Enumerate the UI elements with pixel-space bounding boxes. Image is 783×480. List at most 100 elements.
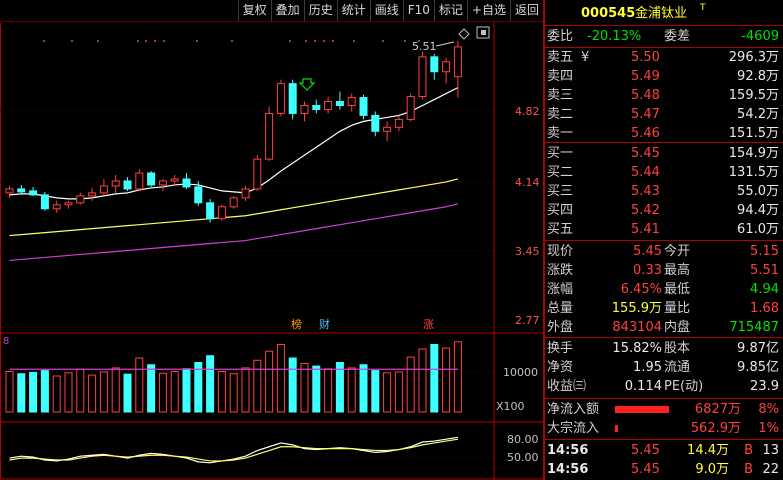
price-axis-label-2: 4.14	[515, 176, 540, 189]
price-axis-label-4: 2.77	[515, 314, 540, 327]
toolbar-add-watchlist-button[interactable]: +自选	[466, 0, 510, 21]
toolbar-back-button[interactable]: 返回	[509, 0, 543, 21]
toolbar-f10-button[interactable]: F10	[402, 0, 434, 21]
quote-row: 涨跌 0.33 最高 5.51	[547, 261, 779, 280]
tick-time: 14:56	[547, 462, 589, 477]
volume-bar	[253, 359, 262, 413]
volume-bar	[265, 350, 274, 413]
event-markers-row	[43, 40, 420, 42]
toolbar-overlay-button[interactable]: 叠加	[270, 0, 304, 21]
quote-value-2: 4.94	[750, 282, 779, 297]
volume-bar	[276, 344, 285, 413]
toolbar-history-button[interactable]: 历史	[303, 0, 337, 21]
capital-flow-amount: 562.9万	[690, 421, 741, 436]
chart-settings-icon[interactable]	[458, 28, 470, 40]
fundamental-label-2: 流通	[664, 360, 691, 375]
bid-level-label: 买二	[547, 165, 574, 180]
fundamental-value: 1.95	[633, 360, 662, 375]
candle-body	[347, 97, 356, 106]
ask-level-label: 卖二	[547, 107, 574, 122]
candle-body	[430, 56, 439, 73]
tick-row[interactable]: 14:56 5.45 9.0万 B 22	[547, 460, 779, 479]
toolbar-draw-line-button[interactable]: 画线	[369, 0, 403, 21]
bid-level-label: 买五	[547, 222, 574, 237]
fundamental-value-2: 9.87亿	[737, 341, 779, 356]
quote-label-2: 量比	[664, 301, 691, 316]
tag-finance[interactable]: 财	[319, 317, 330, 331]
stock-title-row: 000545 金浦钛业 T	[547, 3, 779, 23]
ask-volume: 54.2万	[737, 107, 779, 122]
quote-label: 总量	[547, 301, 574, 316]
fundamental-label-2: 股本	[664, 341, 691, 356]
volume-bar	[442, 347, 451, 413]
candle-body	[324, 101, 333, 110]
ask-level-row: 卖三 5.48 159.5万	[547, 86, 779, 105]
weicha-label: 委差	[664, 29, 691, 44]
volume-bar	[182, 368, 191, 413]
bid-level-label: 买三	[547, 184, 574, 199]
volume-bar	[29, 371, 38, 413]
stock-code: 000545	[581, 6, 636, 21]
volume-bar	[394, 371, 403, 413]
volume-panel-tag: 8	[3, 336, 9, 347]
weicha-value: -4609	[741, 29, 779, 44]
quote-label-2: 最低	[664, 282, 691, 297]
volume-bar	[406, 356, 415, 413]
volume-bar	[453, 341, 462, 413]
candle-body	[371, 114, 380, 132]
tick-side: B	[744, 443, 753, 458]
tick-side: B	[744, 462, 753, 477]
bid-level-row: 买二 5.44 131.5万	[547, 163, 779, 182]
tag-leaderboard[interactable]: 榜	[291, 317, 302, 331]
volume-unit-label: X100	[496, 400, 525, 413]
divider	[545, 398, 783, 399]
candle-body	[76, 195, 85, 204]
weibi-label: 委比	[547, 29, 574, 44]
candle-body	[383, 126, 392, 132]
fundamental-label: 收益㈢	[547, 379, 587, 394]
capital-flow-row: 净流入额 6827万 8%	[547, 400, 779, 419]
capital-flow-percent: 8%	[758, 402, 779, 417]
toolbar-statistics-button[interactable]: 统计	[336, 0, 370, 21]
capital-flow-bar	[615, 425, 618, 432]
candlesticks	[5, 40, 462, 223]
bid-volume: 131.5万	[728, 165, 779, 180]
tick-row[interactable]: 14:56 5.45 14.4万 B 13	[547, 441, 779, 460]
volume-bar	[76, 368, 85, 413]
bid-price: 5.44	[631, 165, 660, 180]
fundamental-value-2: 23.9	[750, 379, 779, 394]
candle-body	[418, 56, 427, 98]
quote-label: 涨跌	[547, 263, 574, 278]
candle-body	[217, 206, 226, 220]
candle-body	[206, 202, 215, 220]
divider	[545, 439, 783, 440]
quote-label: 外盘	[547, 320, 574, 335]
bid-volume: 154.9万	[728, 146, 779, 161]
capital-flow-row: 大宗流入 562.9万 1%	[547, 419, 779, 438]
bid-level-row: 买四 5.42 94.4万	[547, 201, 779, 220]
ask-level-mark: ¥	[581, 50, 590, 65]
chart-toolbar: 复权 叠加 历史 统计 画线 F10 标记 +自选 返回	[0, 0, 543, 22]
quote-label-2: 今开	[664, 244, 691, 259]
ma-long-line	[9, 203, 459, 262]
quote-value: 0.33	[633, 263, 662, 278]
toolbar-mark-button[interactable]: 标记	[433, 0, 467, 21]
chart-window-toggle-icon[interactable]	[476, 26, 490, 39]
chart-canvas[interactable]: 5.51 榜 财 涨 4.82 4.14 3.45 2.77 10000 X10…	[0, 22, 543, 480]
volume-bar	[418, 348, 427, 413]
kline-chart-area[interactable]: 复权 叠加 历史 统计 画线 F10 标记 +自选 返回 5.51 榜 财 涨 …	[0, 0, 543, 480]
ask-level-label: 卖三	[547, 88, 574, 103]
toolbar-restore-rights-button[interactable]: 复权	[237, 0, 271, 21]
moving-average-lines	[9, 87, 459, 262]
candle-body	[300, 104, 309, 114]
tag-limit-up[interactable]: 涨	[423, 318, 434, 331]
candle-body	[406, 96, 415, 120]
indicator-lines	[9, 436, 458, 464]
volume-bar	[217, 371, 226, 413]
quote-label-2: 最高	[664, 263, 691, 278]
candle-body	[288, 83, 297, 114]
candle-body	[158, 180, 167, 186]
high-annotation-pointer	[435, 41, 455, 47]
weibi-value: -20.13%	[587, 29, 642, 44]
bid-volume: 55.0万	[737, 184, 779, 199]
